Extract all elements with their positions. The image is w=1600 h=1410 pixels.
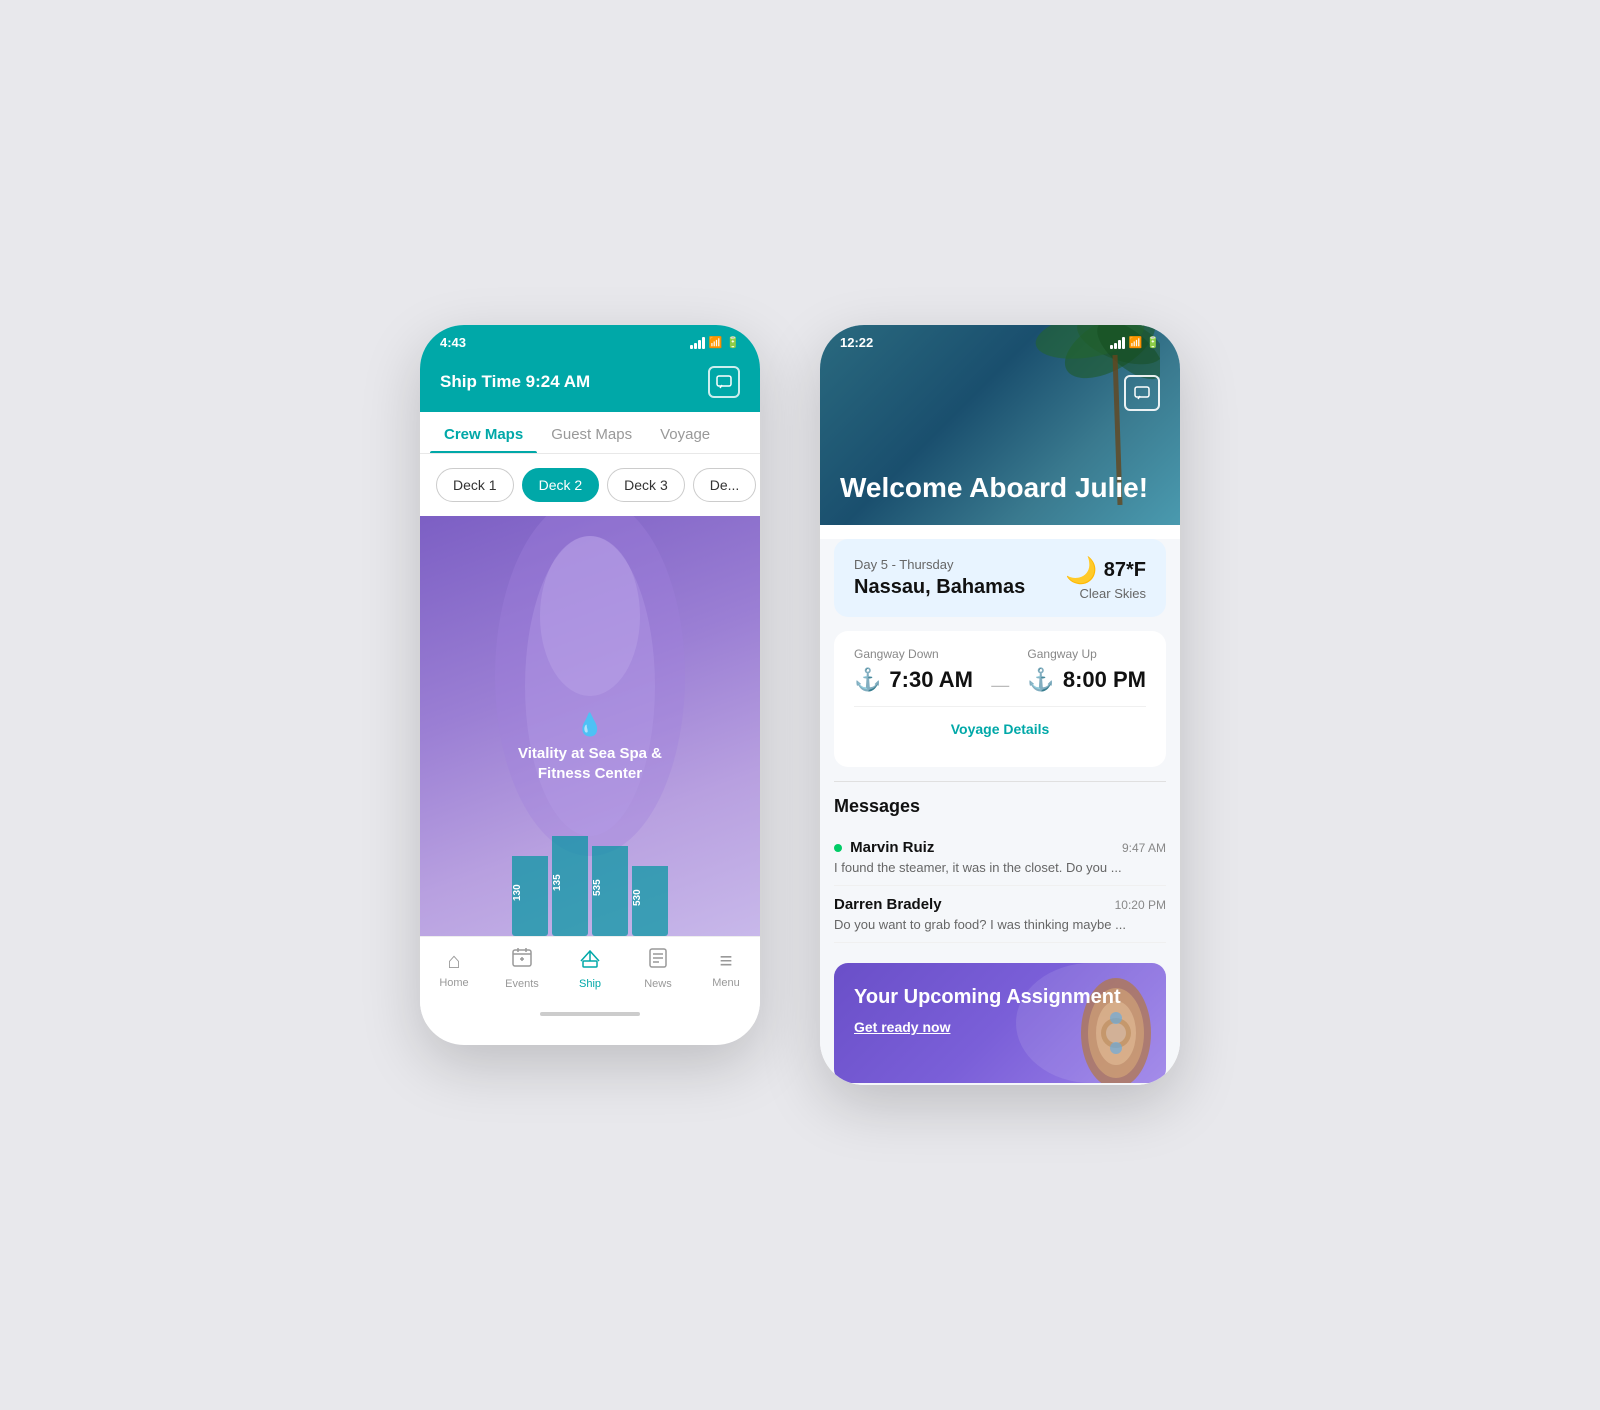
gangway-up-time: 8:00 PM <box>1063 667 1146 693</box>
wifi-icon: 📶 <box>709 336 723 349</box>
left-home-bar <box>540 1012 640 1016</box>
sender-2: Darren Bradely <box>834 896 942 913</box>
deck-more-button[interactable]: De... <box>693 468 757 502</box>
nav-news-label: News <box>644 978 672 990</box>
gangway-up: Gangway Up ⚓ 8:00 PM <box>1027 647 1146 693</box>
online-indicator-1 <box>834 844 842 852</box>
gangway-up-label: Gangway Up <box>1027 647 1096 661</box>
ship-time-label: Ship Time 9:24 AM <box>440 372 590 392</box>
gangway-separator: — <box>991 675 1009 696</box>
cabin-130: 130 <box>512 856 548 936</box>
weather-card: Day 5 - Thursday Nassau, Bahamas 🌙 87*F … <box>834 539 1166 617</box>
deck-1-button[interactable]: Deck 1 <box>436 468 514 502</box>
tab-crew-maps[interactable]: Crew Maps <box>430 412 537 453</box>
gangway-card: Gangway Down ⚓ 7:30 AM — Gangway Up ⚓ 8:… <box>834 631 1166 767</box>
nav-ship-label: Ship <box>579 978 601 990</box>
gangway-down-time: 7:30 AM <box>889 667 973 693</box>
room-name: Vitality at Sea Spa & Fitness Center <box>505 744 675 783</box>
ship-icon <box>578 947 602 975</box>
nav-events[interactable]: Events <box>497 947 547 990</box>
left-header: Ship Time 9:24 AM <box>420 356 760 412</box>
hero-banner: 12:22 📶 🔋 <box>820 325 1180 525</box>
cabin-530: 530 <box>632 866 668 936</box>
nav-menu-label: Menu <box>712 977 740 989</box>
sender-1: Marvin Ruiz <box>834 839 934 856</box>
assignment-card[interactable]: Your Upcoming Assignment Get ready now <box>834 963 1166 1083</box>
message-preview-2: Do you want to grab food? I was thinking… <box>834 917 1166 932</box>
menu-icon: ≡ <box>720 948 733 974</box>
deck-2-button[interactable]: Deck 2 <box>522 468 600 502</box>
weather-info: Day 5 - Thursday Nassau, Bahamas <box>854 557 1025 599</box>
room-icon: 💧 <box>505 712 675 738</box>
nav-menu[interactable]: ≡ Menu <box>701 948 751 989</box>
weather-icon: 🌙 <box>1065 555 1097 586</box>
gangway-up-ship-icon: ⚓ <box>1027 667 1054 693</box>
weather-right: 🌙 87*F Clear Skies <box>1065 555 1146 601</box>
message-header-1: Marvin Ruiz 9:47 AM <box>834 839 1166 856</box>
maps-tabs: Crew Maps Guest Maps Voyage <box>420 412 760 454</box>
right-signal-icon <box>1110 337 1125 349</box>
events-icon <box>511 947 533 975</box>
nav-news[interactable]: News <box>633 947 683 990</box>
ship-map: 💧 Vitality at Sea Spa & Fitness Center 1… <box>420 516 760 936</box>
messages-section: Messages Marvin Ruiz 9:47 AM I found the… <box>820 782 1180 949</box>
left-status-icons: 📶 🔋 <box>690 336 740 349</box>
tab-voyage[interactable]: Voyage <box>646 412 724 453</box>
message-header-2: Darren Bradely 10:20 PM <box>834 896 1166 913</box>
phones-container: 4:43 📶 🔋 Ship Time 9:24 AM <box>420 325 1180 1085</box>
right-phone: 12:22 📶 🔋 <box>820 325 1180 1085</box>
gangway-down-ship-icon: ⚓ <box>854 667 881 693</box>
gangway-times: Gangway Down ⚓ 7:30 AM — Gangway Up ⚓ 8:… <box>854 647 1146 696</box>
message-preview-1: I found the steamer, it was in the close… <box>834 860 1166 875</box>
message-time-1: 9:47 AM <box>1122 841 1166 855</box>
battery-icon: 🔋 <box>726 336 740 349</box>
day-label: Day 5 - Thursday <box>854 557 1025 572</box>
nav-home-label: Home <box>439 977 468 989</box>
cabin-135: 135 <box>552 836 588 936</box>
signal-icon <box>690 337 705 349</box>
assignment-title: Your Upcoming Assignment <box>854 985 1146 1009</box>
temp-display: 🌙 87*F <box>1065 555 1146 586</box>
right-battery-icon: 🔋 <box>1146 336 1160 349</box>
home-icon: ⌂ <box>447 948 460 974</box>
nav-ship[interactable]: Ship <box>565 947 615 990</box>
temperature: 87*F <box>1104 559 1146 582</box>
deck-selector: Deck 1 Deck 2 Deck 3 De... <box>420 454 760 516</box>
location-label: Nassau, Bahamas <box>854 576 1025 599</box>
right-chat-button[interactable] <box>1124 375 1160 411</box>
room-label: 💧 Vitality at Sea Spa & Fitness Center <box>505 712 675 783</box>
right-status-icons: 📶 🔋 <box>1110 336 1160 349</box>
message-time-2: 10:20 PM <box>1115 898 1166 912</box>
hero-title: Welcome Aboard Julie! <box>840 471 1148 505</box>
right-status-bar: 12:22 📶 🔋 <box>820 325 1180 356</box>
left-status-bar: 4:43 📶 🔋 <box>420 325 760 356</box>
message-item-1[interactable]: Marvin Ruiz 9:47 AM I found the steamer,… <box>834 829 1166 886</box>
voyage-details-link[interactable]: Voyage Details <box>854 706 1146 751</box>
deck-3-button[interactable]: Deck 3 <box>607 468 685 502</box>
bottom-nav: ⌂ Home Events <box>420 936 760 1004</box>
right-wifi-icon: 📶 <box>1129 336 1143 349</box>
sky-condition: Clear Skies <box>1065 586 1146 601</box>
cabin-535: 535 <box>592 846 628 936</box>
chat-button[interactable] <box>708 366 740 398</box>
left-home-indicator <box>420 1004 760 1024</box>
gangway-up-time-row: ⚓ 8:00 PM <box>1027 667 1146 693</box>
message-item-2[interactable]: Darren Bradely 10:20 PM Do you want to g… <box>834 886 1166 943</box>
messages-title: Messages <box>834 796 1166 817</box>
assignment-link[interactable]: Get ready now <box>854 1019 1146 1035</box>
right-time: 12:22 <box>840 335 873 350</box>
nav-home[interactable]: ⌂ Home <box>429 948 479 989</box>
news-icon <box>648 947 668 975</box>
hero-text: Welcome Aboard Julie! <box>840 471 1148 505</box>
left-time: 4:43 <box>440 335 466 350</box>
cabin-row: 130 135 535 530 <box>420 836 760 936</box>
gangway-down-label: Gangway Down <box>854 647 939 661</box>
left-phone: 4:43 📶 🔋 Ship Time 9:24 AM <box>420 325 760 1045</box>
gangway-down-time-row: ⚓ 7:30 AM <box>854 667 973 693</box>
nav-events-label: Events <box>505 978 539 990</box>
gangway-down: Gangway Down ⚓ 7:30 AM <box>854 647 973 693</box>
tab-guest-maps[interactable]: Guest Maps <box>537 412 646 453</box>
